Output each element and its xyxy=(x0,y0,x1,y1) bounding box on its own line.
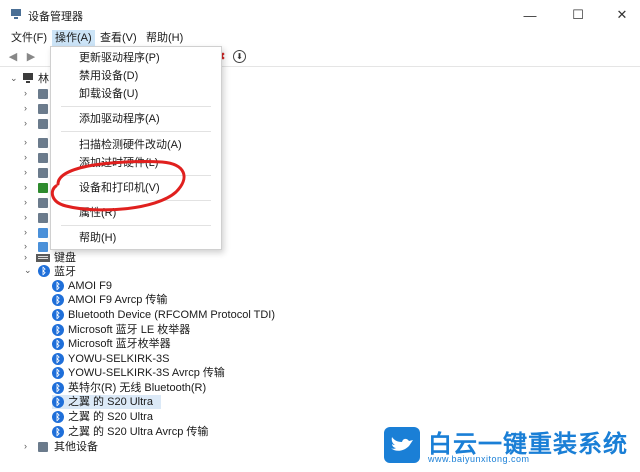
list-item[interactable]: ᛒ Microsoft 蓝牙 LE 枚举器 xyxy=(52,323,190,337)
title-bar: 设备管理器 — ☐ ✕ xyxy=(0,0,640,30)
menu-help[interactable]: 帮助(H) xyxy=(143,30,186,46)
chevron-right-icon[interactable]: › xyxy=(24,197,27,207)
back-arrow-icon[interactable]: ◀ xyxy=(6,49,20,63)
menu-separator xyxy=(61,131,211,132)
chevron-right-icon[interactable]: › xyxy=(24,441,27,451)
menu-item-scan-hardware[interactable]: 扫描检测硬件改动(A) xyxy=(51,137,221,153)
watermark-banner: 白云一键重装系统 www.baiyunxitong.com xyxy=(384,424,634,466)
download-icon[interactable]: ⬇ xyxy=(233,50,246,63)
chevron-down-icon[interactable]: ⌄ xyxy=(24,265,32,276)
category-icon xyxy=(38,242,48,252)
chevron-right-icon[interactable]: › xyxy=(24,152,27,162)
bluetooth-icon: ᛒ xyxy=(52,353,64,366)
chevron-right-icon[interactable]: › xyxy=(24,252,27,262)
watermark-url: www.baiyunxitong.com xyxy=(428,454,530,464)
chevron-right-icon[interactable]: › xyxy=(24,182,27,192)
close-button[interactable]: ✕ xyxy=(600,0,640,30)
chevron-right-icon[interactable]: › xyxy=(24,103,27,113)
bluetooth-icon: ᛒ xyxy=(52,294,64,307)
menu-item-disable-device[interactable]: 禁用设备(D) xyxy=(51,68,221,84)
forward-arrow-icon[interactable]: ▶ xyxy=(24,49,38,63)
bluetooth-icon: ᛒ xyxy=(52,280,64,293)
bluetooth-icon: ᛒ xyxy=(52,382,64,395)
category-icon xyxy=(38,104,48,114)
menu-item-help[interactable]: 帮助(H) xyxy=(51,230,221,246)
computer-icon xyxy=(23,73,33,83)
category-icon xyxy=(38,119,48,129)
minimize-button[interactable]: — xyxy=(508,0,552,30)
bluetooth-icon: ᛒ xyxy=(52,396,64,409)
chevron-right-icon[interactable]: › xyxy=(24,88,27,98)
window-title: 设备管理器 xyxy=(28,11,83,23)
chevron-right-icon[interactable]: › xyxy=(24,118,27,128)
device-manager-icon xyxy=(11,9,21,19)
menu-separator xyxy=(61,225,211,226)
list-item[interactable]: ᛒ AMOI F9 Avrcp 传输 xyxy=(52,293,167,307)
action-dropdown-menu: 更新驱动程序(P) 禁用设备(D) 卸载设备(U) 添加驱动程序(A) 扫描检测… xyxy=(50,46,222,250)
menu-item-uninstall-device[interactable]: 卸载设备(U) xyxy=(51,86,221,102)
other-devices-icon xyxy=(38,442,48,452)
list-item[interactable]: ᛒ 之翼 的 S20 Ultra xyxy=(52,410,153,424)
chevron-right-icon[interactable]: › xyxy=(24,212,27,222)
menu-action[interactable]: 操作(A) xyxy=(52,30,95,46)
list-item[interactable]: ᛒ YOWU-SELKIRK-3S Avrcp 传输 xyxy=(52,366,225,380)
category-icon xyxy=(38,89,48,99)
tree-other-devices-label[interactable]: 其他设备 xyxy=(54,440,98,454)
list-item[interactable]: ᛒ Bluetooth Device (RFCOMM Protocol TDI) xyxy=(52,308,275,322)
menu-item-add-driver[interactable]: 添加驱动程序(A) xyxy=(51,111,221,127)
annotation-circle xyxy=(50,160,186,212)
menu-bar: 文件(F) 操作(A) 查看(V) 帮助(H) xyxy=(0,30,640,46)
maximize-button[interactable]: ☐ xyxy=(556,0,600,30)
list-item[interactable]: ᛒ Microsoft 蓝牙枚举器 xyxy=(52,337,171,351)
list-item[interactable]: ᛒ AMOI F9 xyxy=(52,279,112,293)
category-icon xyxy=(38,228,48,238)
bluetooth-icon: ᛒ xyxy=(52,324,64,337)
bluetooth-icon: ᛒ xyxy=(52,426,64,439)
menu-view[interactable]: 查看(V) xyxy=(97,30,140,46)
chevron-right-icon[interactable]: › xyxy=(24,227,27,237)
list-item[interactable]: ᛒ 英特尔(R) 无线 Bluetooth(R) xyxy=(52,381,206,395)
tree-keyboard-label[interactable]: 键盘 xyxy=(54,251,76,265)
chevron-right-icon[interactable]: › xyxy=(24,167,27,177)
category-icon xyxy=(38,138,48,148)
menu-separator xyxy=(61,106,211,107)
bluetooth-icon: ᛒ xyxy=(52,338,64,351)
chevron-down-icon[interactable]: ⌄ xyxy=(10,73,18,84)
keyboard-icon xyxy=(36,254,50,262)
bluetooth-icon: ᛒ xyxy=(52,411,64,424)
tree-bluetooth-label[interactable]: 蓝牙 xyxy=(54,265,76,279)
bluetooth-icon: ᛒ xyxy=(38,265,50,277)
chevron-right-icon[interactable]: › xyxy=(24,137,27,147)
tree-root-label[interactable]: 林 xyxy=(38,72,49,86)
bird-logo-icon xyxy=(384,427,420,463)
list-item[interactable]: ᛒ YOWU-SELKIRK-3S xyxy=(52,352,169,366)
chevron-right-icon[interactable]: › xyxy=(24,241,27,251)
menu-item-update-driver[interactable]: 更新驱动程序(P) xyxy=(51,50,221,66)
menu-file[interactable]: 文件(F) xyxy=(8,30,50,46)
list-item-selected[interactable]: ᛒ 之翼 的 S20 Ultra xyxy=(52,395,161,409)
list-item[interactable]: ᛒ 之翼 的 S20 Ultra Avrcp 传输 xyxy=(52,425,208,439)
bluetooth-icon: ᛒ xyxy=(52,309,64,322)
bluetooth-icon: ᛒ xyxy=(52,367,64,380)
